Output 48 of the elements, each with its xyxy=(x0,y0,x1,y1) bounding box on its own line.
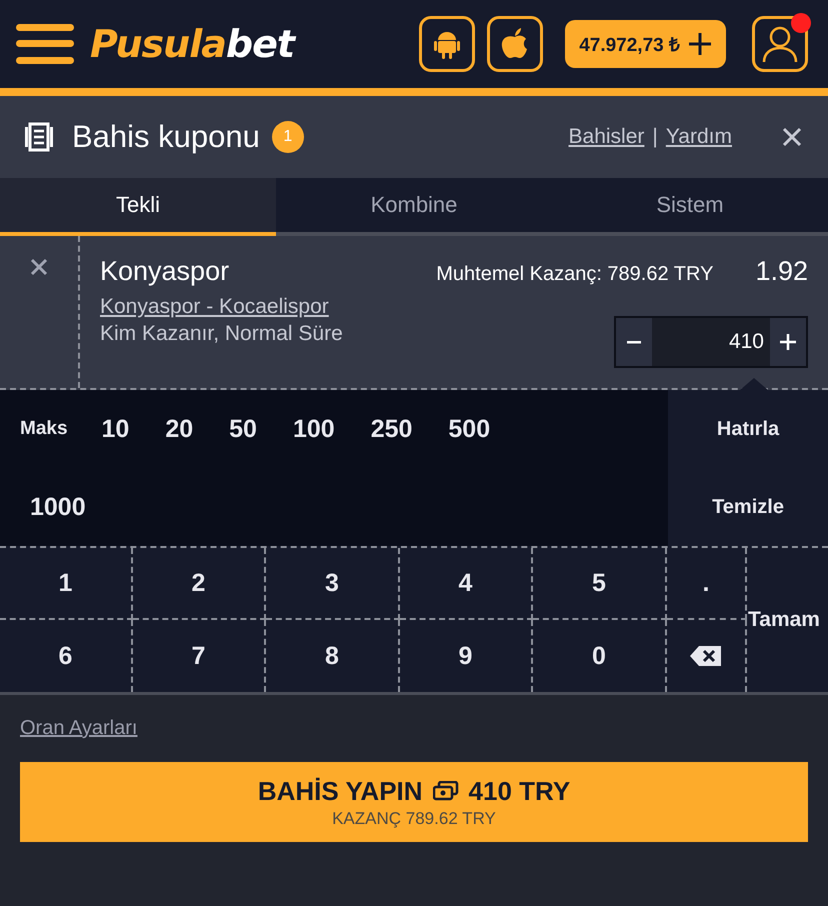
market-name: Kim Kazanır, Normal Süre xyxy=(100,322,343,346)
odds-value: 1.92 xyxy=(755,256,808,287)
stake-amount: 410 TRY xyxy=(468,776,570,806)
quick-amount-button[interactable]: 50 xyxy=(211,390,275,468)
ticket-icon xyxy=(24,121,54,153)
win-amount: KAZANÇ 789.62 TRY xyxy=(332,808,496,828)
quick-amount-button[interactable]: 250 xyxy=(352,390,430,468)
android-icon xyxy=(434,29,460,59)
profile-button[interactable] xyxy=(752,16,808,72)
quick-amount-button[interactable]: 20 xyxy=(147,390,212,468)
logo: Pusulabet xyxy=(90,22,294,66)
keypad-key[interactable]: 1 xyxy=(0,548,133,620)
place-bet-button[interactable]: BAHİS YAPIN 410 TRY KAZANÇ 789.62 TRY xyxy=(20,762,808,842)
confirm-button[interactable]: Tamam xyxy=(747,548,828,692)
coupon-title: Bahis kuponu xyxy=(72,119,260,155)
cash-icon xyxy=(432,781,459,801)
plus-icon xyxy=(688,32,712,56)
quick-amount-button[interactable]: 100 xyxy=(274,390,353,468)
android-button[interactable] xyxy=(419,16,476,72)
help-link[interactable]: Yardım xyxy=(666,125,732,149)
keypad-key[interactable]: 5 xyxy=(533,548,667,620)
match-link[interactable]: Konyaspor - Kocaelispor xyxy=(100,295,329,319)
apple-button[interactable] xyxy=(487,16,544,72)
menu-icon[interactable] xyxy=(16,24,74,64)
bets-link[interactable]: Bahisler xyxy=(568,125,644,149)
quick-amount-button[interactable]: 500 xyxy=(430,390,508,468)
balance-button[interactable]: 47.972,73 ₺ xyxy=(565,20,726,68)
selection-name: Konyaspor xyxy=(100,256,230,287)
keypad-key[interactable]: . xyxy=(667,548,747,620)
action-button[interactable]: Hatırla xyxy=(668,390,828,468)
keypad-key[interactable]: 3 xyxy=(266,548,400,620)
place-bet-label: BAHİS YAPIN xyxy=(258,776,423,806)
tab[interactable]: Tekli xyxy=(0,178,276,236)
apple-icon xyxy=(501,28,530,60)
potential-win: Muhtemel Kazanç: 789.62 TRY xyxy=(436,263,714,286)
backspace-icon xyxy=(689,645,723,667)
keypad-key[interactable]: 2 xyxy=(133,548,266,620)
odds-settings-link[interactable]: Oran Ayarları xyxy=(20,717,138,740)
quick-amount-button[interactable]: Maks xyxy=(12,390,84,468)
quick-amount-button[interactable]: 1000 xyxy=(12,468,104,546)
count-badge: 1 xyxy=(272,121,304,153)
user-icon xyxy=(762,25,798,63)
quick-amount-button[interactable]: 10 xyxy=(84,390,148,468)
keypad-key[interactable]: 4 xyxy=(400,548,533,620)
remove-icon[interactable] xyxy=(30,258,48,276)
close-icon[interactable] xyxy=(782,127,802,147)
link-separator: | xyxy=(652,125,658,149)
action-button[interactable]: Temizle xyxy=(668,468,828,546)
